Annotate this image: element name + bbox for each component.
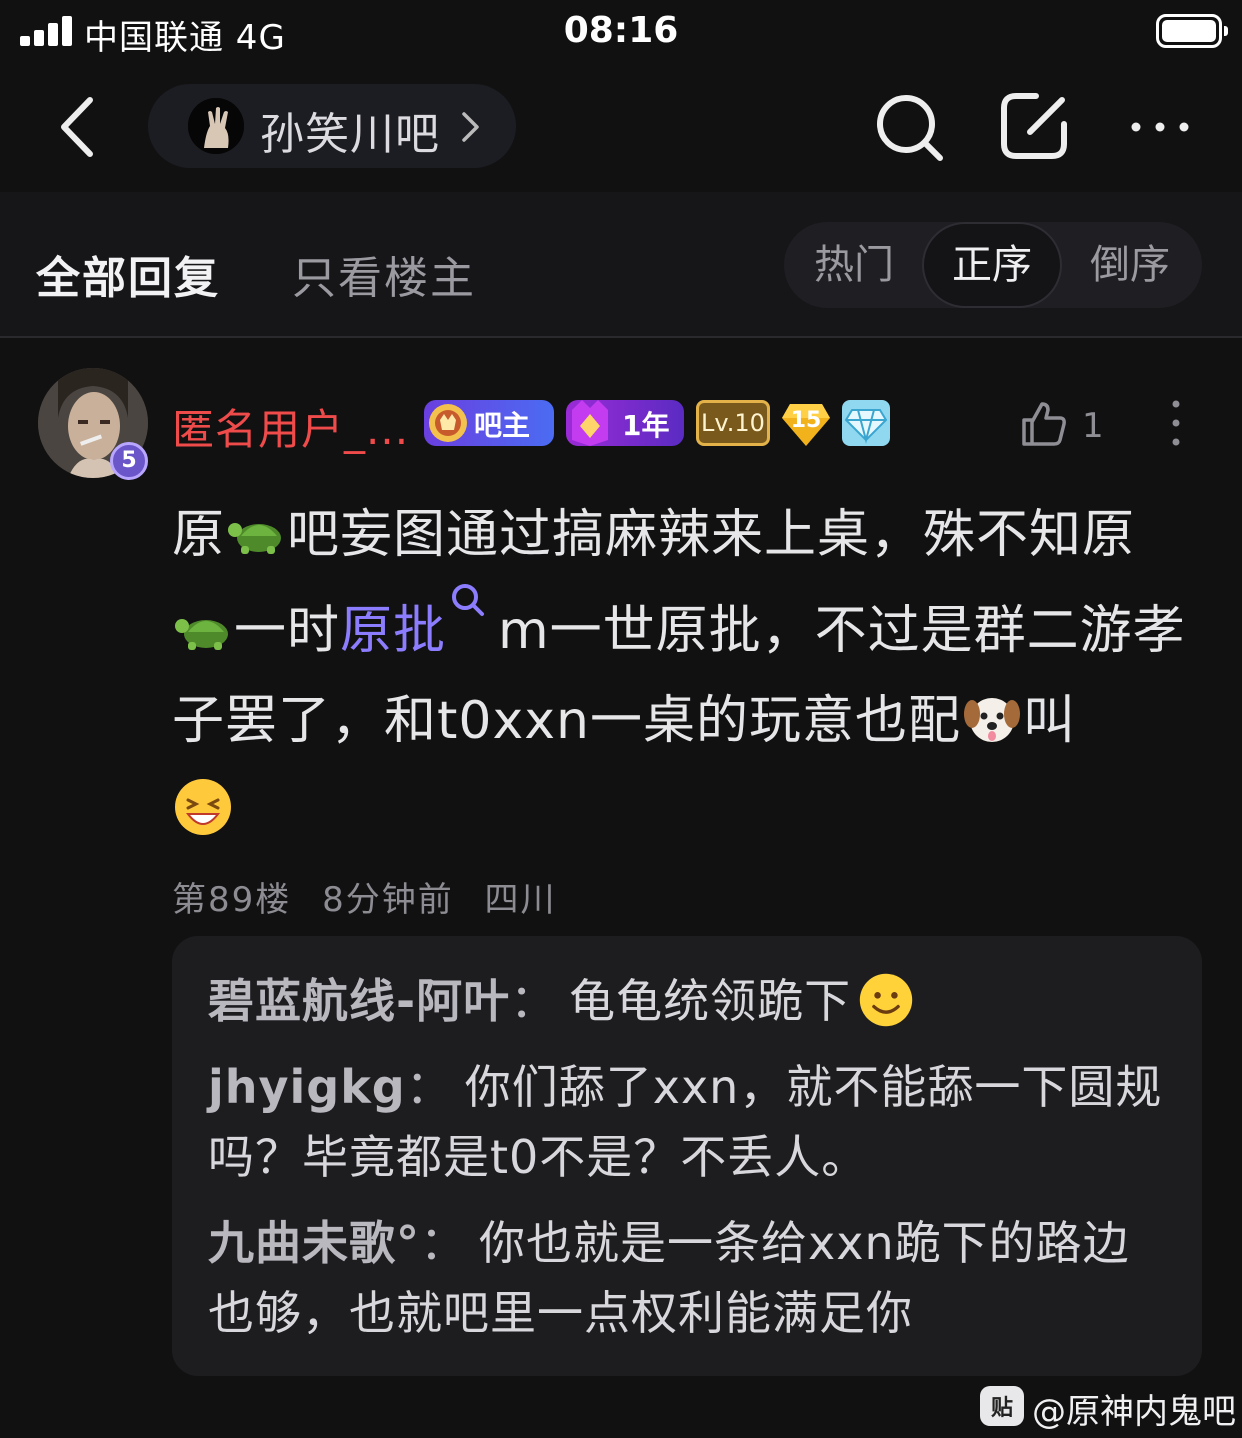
- back-arrow-icon[interactable]: [52, 92, 112, 162]
- forum-title-button[interactable]: 孙笑川吧: [148, 84, 516, 168]
- more-vertical-icon[interactable]: [1166, 398, 1186, 448]
- sub-reply: 碧蓝航线-阿叶： 龟龟统领跪下: [208, 966, 1166, 1036]
- tab-owner-only[interactable]: 只看楼主: [292, 242, 476, 306]
- search-icon[interactable]: [872, 90, 948, 166]
- sort-toggle: 热门 正序 倒序: [784, 222, 1202, 308]
- sort-hot[interactable]: 热门: [784, 222, 924, 308]
- forum-avatar: [188, 98, 244, 154]
- crown-shield-icon: [429, 404, 467, 442]
- forum-level-badge: Lv.10: [696, 400, 770, 446]
- reply-post: 5 匿名用户_... 吧主 1年 Lv.10 15 1 原 吧妄图通过搞麻辣来上…: [0, 340, 1242, 1438]
- gem-icon: [844, 409, 888, 444]
- turtle-emoji-icon: [228, 523, 282, 554]
- smile-emoji-icon: [859, 973, 913, 1027]
- user-level-badge: 5: [110, 442, 148, 480]
- forum-name: 孙笑川吧: [260, 109, 440, 160]
- admin-badge: 吧主: [424, 400, 554, 446]
- membership-year-badge: 1年: [566, 400, 684, 446]
- edit-icon[interactable]: [996, 88, 1072, 164]
- reply-author[interactable]: 九曲未歌°: [208, 1216, 420, 1270]
- sort-descending[interactable]: 倒序: [1060, 222, 1200, 308]
- more-horizontal-icon[interactable]: [1128, 112, 1192, 142]
- sub-replies-box[interactable]: 碧蓝航线-阿叶： 龟龟统领跪下 jhyigkg： 你们舔了xxn，就不能舔一下圆规吗…: [172, 936, 1202, 1376]
- tab-all-replies[interactable]: 全部回复: [36, 242, 220, 306]
- sub-reply: 九曲未歌°： 你也就是一条给xxn跪下的路边也够，也就吧里一点权利能满足你: [208, 1216, 1130, 1340]
- sub-reply: jhyigkg： 你们舔了xxn，就不能舔一下圆规吗？毕竟都是t0不是？不丢人。: [208, 1060, 1163, 1184]
- honor-count-badge: 15: [780, 398, 832, 450]
- laughing-emoji-icon: [175, 779, 231, 835]
- reply-author[interactable]: 碧蓝航线-阿叶: [208, 974, 510, 1028]
- tieba-logo-icon: 贴: [980, 1386, 1024, 1426]
- reply-filter-bar: 全部回复 只看楼主 热门 正序 倒序: [0, 192, 1242, 338]
- diamond-crown-icon: [572, 400, 608, 446]
- post-meta: 第89楼 8分钟前 四川: [172, 880, 557, 920]
- status-bar: 中国联通 4G 08:16: [0, 0, 1242, 64]
- search-icon: [452, 584, 485, 616]
- thumbs-up-icon[interactable]: [1018, 398, 1068, 448]
- sort-ascending[interactable]: 正序: [922, 222, 1062, 308]
- admin-badge-label: 吧主: [474, 409, 531, 442]
- turtle-emoji-icon: [175, 619, 228, 650]
- reply-text: 龟龟统领跪下: [569, 974, 852, 1028]
- gem-badge: [842, 400, 890, 446]
- search-keyword-link[interactable]: 原批: [340, 601, 446, 661]
- post-content: 原 吧妄图通过搞麻辣来上桌，殊不知原 一时原批 m一世原批，不过是群二游孝子罢了…: [172, 490, 1192, 856]
- watermark-text: @原神内鬼吧: [1032, 1392, 1236, 1432]
- dog-emoji-icon: [963, 698, 1020, 742]
- reply-author[interactable]: jhyigkg: [208, 1060, 406, 1114]
- like-count: 1: [1082, 406, 1104, 446]
- status-time: 08:16: [563, 10, 679, 51]
- username[interactable]: 匿名用户_...: [172, 396, 409, 457]
- chevron-right-icon: [462, 112, 479, 142]
- battery-icon: [1156, 14, 1228, 48]
- membership-year-label: 1年: [622, 409, 670, 442]
- top-nav: 孙笑川吧: [0, 64, 1242, 192]
